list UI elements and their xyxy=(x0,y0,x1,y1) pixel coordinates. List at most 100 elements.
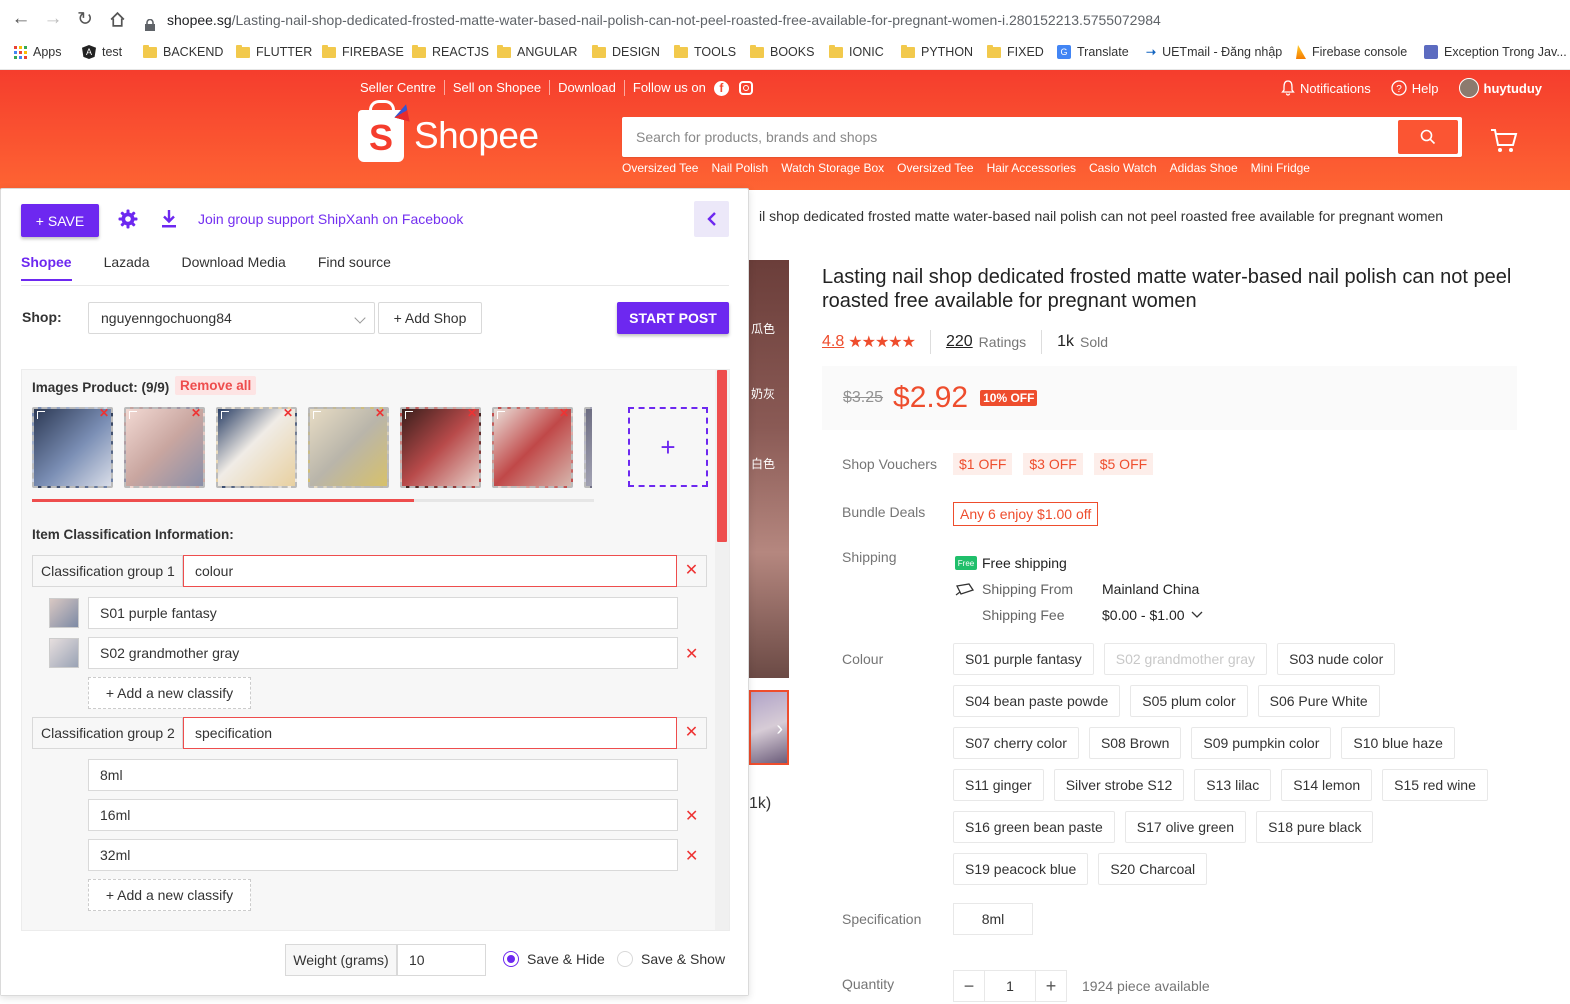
product-image-thumb[interactable] xyxy=(584,407,592,488)
tab-shopee[interactable]: Shopee xyxy=(21,254,72,281)
shop-select[interactable]: nguyenngochuong84 xyxy=(88,302,375,334)
close-icon[interactable]: ✕ xyxy=(559,407,569,420)
address-bar[interactable]: shopee.sg/Lasting-nail-shop-dedicated-fr… xyxy=(145,8,1565,32)
close-icon[interactable]: ✕ xyxy=(375,407,385,420)
suggestion-link[interactable]: Oversized Tee xyxy=(897,161,973,175)
close-icon[interactable]: ✕ xyxy=(685,644,698,664)
close-icon[interactable]: ✕ xyxy=(685,846,698,866)
close-icon[interactable]: ✕ xyxy=(685,806,698,826)
colour-option[interactable]: S04 bean paste powde xyxy=(953,685,1121,717)
tab-find-source[interactable]: Find source xyxy=(318,254,391,281)
bookmark-backend[interactable]: BACKEND xyxy=(143,42,223,62)
product-image-thumb[interactable]: ✕ xyxy=(32,407,113,488)
search-button[interactable] xyxy=(1398,120,1458,154)
bookmark-test[interactable]: Atest xyxy=(82,42,122,62)
colour-option[interactable]: S01 purple fantasy xyxy=(953,643,1094,675)
bookmark-angular[interactable]: ANGULAR xyxy=(497,42,577,62)
plus-button[interactable]: + xyxy=(1035,970,1067,1002)
help-link[interactable]: ? Help xyxy=(1391,80,1439,96)
bookmark-books[interactable]: BOOKS xyxy=(750,42,814,62)
product-image-thumb[interactable]: ✕ xyxy=(124,407,205,488)
colour-option[interactable]: S18 pure black xyxy=(1256,811,1374,843)
colour-option[interactable]: S10 blue haze xyxy=(1341,727,1455,759)
colour-option[interactable]: S20 Charcoal xyxy=(1098,853,1208,885)
chevron-right-icon[interactable]: › xyxy=(776,718,783,741)
classification-group-input[interactable]: colour xyxy=(183,555,677,587)
chevron-down-icon[interactable] xyxy=(1190,610,1204,620)
bundle-deal-tag[interactable]: Any 6 enjoy $1.00 off xyxy=(953,502,1099,526)
remove-all-button[interactable]: Remove all xyxy=(175,376,257,395)
suggestion-link[interactable]: Casio Watch xyxy=(1089,161,1157,175)
classify-item-input[interactable]: 16ml xyxy=(88,799,678,831)
bookmark-firebase-console[interactable]: Firebase console xyxy=(1296,42,1407,62)
reload-icon[interactable]: ↻ xyxy=(72,6,98,32)
seller-centre-link[interactable]: Seller Centre xyxy=(360,80,444,95)
classify-image-thumb[interactable] xyxy=(49,598,79,628)
suggestion-link[interactable]: Hair Accessories xyxy=(987,161,1076,175)
bookmark-translate[interactable]: G Translate xyxy=(1057,42,1129,62)
download-icon[interactable] xyxy=(161,209,177,232)
gear-icon[interactable] xyxy=(118,209,138,232)
bookmark-firebase[interactable]: FIREBASE xyxy=(322,42,404,62)
product-image-thumb[interactable]: ✕ xyxy=(400,407,481,488)
classification-group-input[interactable]: specification xyxy=(183,717,677,749)
quantity-input[interactable]: 1 xyxy=(985,970,1035,1002)
cart-icon[interactable] xyxy=(1490,128,1518,157)
gallery-thumbnail[interactable]: › xyxy=(749,690,789,765)
fullscreen-icon[interactable] xyxy=(37,411,45,419)
forward-icon[interactable]: → xyxy=(40,6,66,32)
notifications-link[interactable]: Notifications xyxy=(1281,80,1371,96)
weight-input[interactable]: 10 xyxy=(397,944,486,976)
classify-image-thumb[interactable] xyxy=(49,638,79,668)
colour-option[interactable]: S19 peacock blue xyxy=(953,853,1089,885)
suggestion-link[interactable]: Adidas Shoe xyxy=(1170,161,1238,175)
colour-option[interactable]: S05 plum color xyxy=(1130,685,1248,717)
collapse-panel-button[interactable] xyxy=(694,201,729,237)
facebook-icon[interactable]: f xyxy=(713,80,729,96)
specification-option[interactable]: 8ml xyxy=(953,903,1033,935)
bookmark-python[interactable]: PYTHON xyxy=(901,42,973,62)
bookmark-ionic[interactable]: IONIC xyxy=(829,42,884,62)
fullscreen-icon[interactable] xyxy=(129,411,137,419)
close-icon[interactable]: ✕ xyxy=(283,407,293,420)
classify-item-input[interactable]: 32ml xyxy=(88,839,678,871)
close-icon[interactable]: ✕ xyxy=(677,555,707,587)
product-image-thumb[interactable]: ✕ xyxy=(308,407,389,488)
search-input[interactable] xyxy=(622,117,1392,157)
close-icon[interactable]: ✕ xyxy=(191,407,201,420)
classify-item-input[interactable]: S02 grandmother gray xyxy=(88,637,678,669)
account-menu[interactable]: huytuduy xyxy=(1458,78,1542,98)
tab-lazada[interactable]: Lazada xyxy=(104,254,150,281)
fullscreen-icon[interactable] xyxy=(313,411,321,419)
tab-download-media[interactable]: Download Media xyxy=(182,254,286,281)
save-show-radio[interactable]: Save & Show xyxy=(617,951,725,967)
minus-button[interactable]: − xyxy=(953,970,985,1002)
join-group-link[interactable]: Join group support ShipXanh on Facebook xyxy=(198,211,463,227)
add-classify-button[interactable]: + Add a new classify xyxy=(88,879,251,911)
instagram-icon[interactable] xyxy=(738,81,753,95)
colour-option[interactable]: S13 lilac xyxy=(1194,769,1272,801)
bookmark-apps[interactable]: Apps xyxy=(14,42,62,62)
close-icon[interactable]: ✕ xyxy=(99,407,109,420)
colour-option[interactable]: S11 ginger xyxy=(953,769,1044,801)
product-main-image[interactable]: 瓜色 奶灰 白色 xyxy=(749,260,789,678)
fullscreen-icon[interactable] xyxy=(497,411,505,419)
voucher-tag[interactable]: $3 OFF xyxy=(1023,453,1083,475)
form-scroll-thumb[interactable] xyxy=(717,370,727,542)
bookmark-design[interactable]: DESIGN xyxy=(592,42,660,62)
image-list-scroll-thumb[interactable] xyxy=(32,499,415,502)
colour-option[interactable]: S16 green bean paste xyxy=(953,811,1115,843)
product-image-thumb[interactable]: ✕ xyxy=(216,407,297,488)
shopee-logo[interactable]: S Shopee xyxy=(358,100,539,162)
voucher-tag[interactable]: $5 OFF xyxy=(1093,453,1154,475)
bookmark-reactjs[interactable]: REACTJS xyxy=(412,42,489,62)
product-form-scroll[interactable]: Images Product: (9/9) Remove all ✕ ✕ ✕ ✕… xyxy=(21,369,730,931)
voucher-tag[interactable]: $1 OFF xyxy=(953,453,1013,475)
product-image-thumb[interactable]: ✕ xyxy=(492,407,573,488)
colour-option[interactable]: S09 pumpkin color xyxy=(1191,727,1332,759)
form-scrollbar[interactable] xyxy=(715,370,729,930)
fullscreen-icon[interactable] xyxy=(221,411,229,419)
add-image-button[interactable]: + xyxy=(628,407,708,487)
bookmark-exception[interactable]: Exception Trong Jav... xyxy=(1424,42,1567,62)
bookmark-flutter[interactable]: FLUTTER xyxy=(236,42,312,62)
